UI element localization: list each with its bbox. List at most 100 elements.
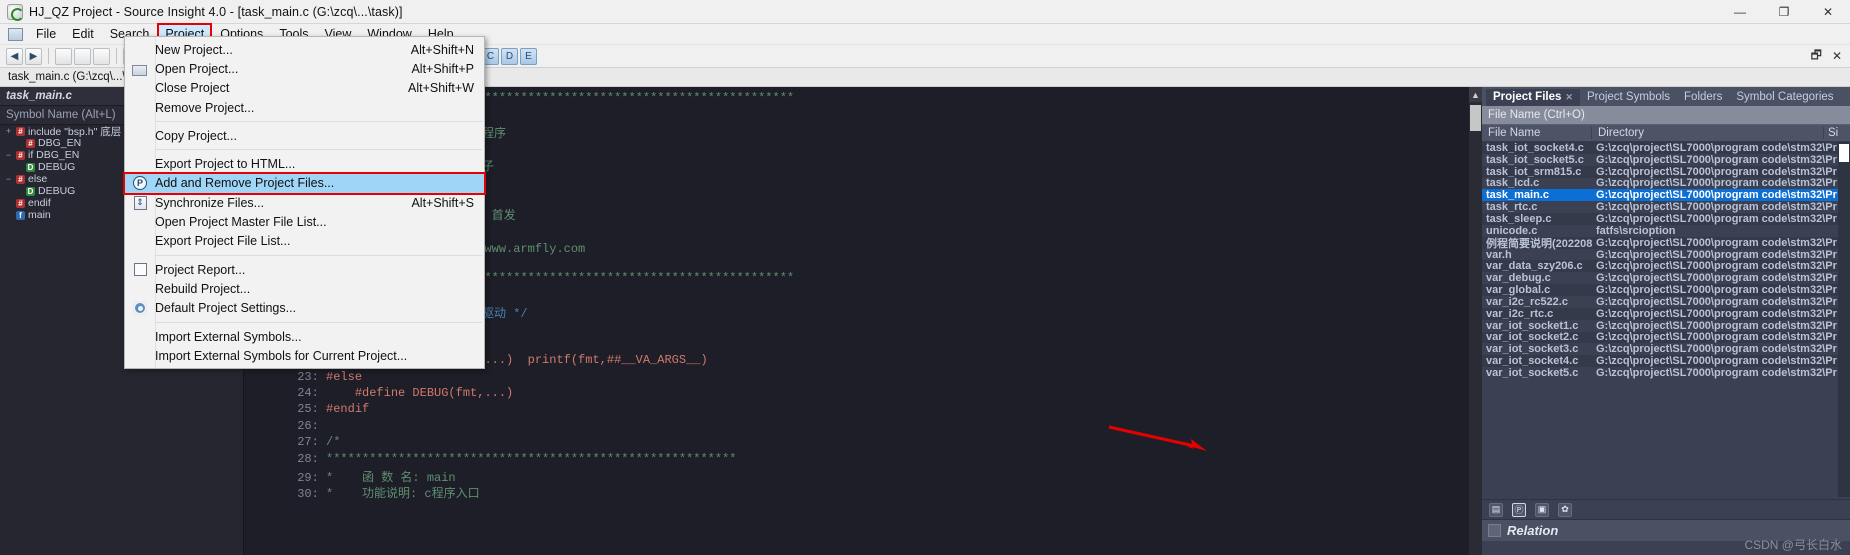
menu-item-add-and-remove-project-files[interactable]: P Add and Remove Project Files... <box>125 173 484 194</box>
menu-item-export-project-to-html[interactable]: Export Project to HTML... <box>125 154 484 173</box>
document-icon[interactable]: ▣ <box>1535 502 1549 517</box>
column-directory[interactable]: Directory <box>1592 127 1824 139</box>
file-list-row[interactable]: var_i2c_rc522.c G:\zcq\project\SL7000\pro… <box>1482 296 1838 308</box>
project-pane-tabs: Project Files ✕ Project Symbols Folders … <box>1482 87 1850 106</box>
menu-item-open-project-master-file-list[interactable]: Open Project Master File List... <box>125 212 484 231</box>
letter-e-icon[interactable]: E <box>520 47 537 65</box>
title-bar: HJ_QZ Project - Source Insight 4.0 - [ta… <box>0 0 1850 24</box>
menu-item-project-report[interactable]: Project Report... <box>125 260 484 279</box>
file-directory-cell: G:\zcq\project\SL7000\program code\stm32… <box>1596 248 1837 261</box>
settings-icon[interactable]: ✿ <box>1558 502 1572 517</box>
menu-item-label: New Project... <box>155 42 233 57</box>
menu-file[interactable]: File <box>28 25 64 43</box>
file-name-cell: var_i2c_rc522.c <box>1486 295 1568 308</box>
menu-item-import-external-symbols-for-current-project[interactable]: Import External Symbols for Current Proj… <box>125 346 484 365</box>
file-list-row[interactable]: var_i2c_rtc.c G:\zcq\project\SL7000\progr… <box>1482 308 1838 320</box>
file-name-cell: task_sleep.c <box>1486 212 1552 225</box>
menu-item-shortcut: Alt+Shift+P <box>411 61 474 76</box>
letter-d-icon[interactable]: D <box>501 47 518 65</box>
tab-project-symbols[interactable]: Project Symbols <box>1580 89 1677 106</box>
file-directory-cell: G:\zcq\project\SL7000\program code\stm32… <box>1596 355 1837 368</box>
save-icon[interactable] <box>93 47 110 65</box>
menu-edit[interactable]: Edit <box>64 25 102 43</box>
file-list-scrollbar[interactable] <box>1838 142 1850 497</box>
file-name-search-input[interactable]: File Name (Ctrl+O) <box>1482 106 1850 125</box>
menu-item-label: Synchronize Files... <box>155 195 265 210</box>
tree-twisty-icon[interactable]: − <box>4 174 13 184</box>
menu-item-rebuild-project[interactable]: Rebuild Project... <box>125 279 484 298</box>
file-list-scroll-thumb[interactable] <box>1839 144 1849 162</box>
menu-item-label: Project Report... <box>155 262 246 277</box>
menu-item-copy-project[interactable]: Copy Project... <box>125 126 484 145</box>
file-list-row[interactable]: task_lcd.c G:\zcq\project\SL7000\program … <box>1482 177 1838 189</box>
tab-folders[interactable]: Folders <box>1677 89 1729 106</box>
document-tab-task-main[interactable]: task_main.c (G:\zcq\...\ta <box>0 70 143 84</box>
relation-label: Relation <box>1507 523 1559 538</box>
maximize-button[interactable]: ❐ <box>1762 0 1806 24</box>
project-add-icon[interactable]: Ⓟ <box>1512 502 1526 517</box>
scroll-up-icon[interactable]: ▲ <box>1469 87 1482 102</box>
project-file-list[interactable]: task_iot_socket4.c G:\zcq\project\SL7000\… <box>1482 142 1838 497</box>
menu-item-export-project-file-list[interactable]: Export Project File List... <box>125 232 484 251</box>
symbol-label: DBG_EN <box>38 137 82 149</box>
open-file-icon[interactable] <box>74 47 91 65</box>
close-icon[interactable]: ✕ <box>1565 92 1573 103</box>
menu-item-import-external-symbols[interactable]: Import External Symbols... <box>125 327 484 346</box>
source-insight-icon <box>7 3 24 21</box>
file-list-row[interactable]: task_iot_srm815.c G:\zcq\project\SL7000\p… <box>1482 166 1838 178</box>
file-list-row[interactable]: task_rtc.c G:\zcq\project\SL7000\program … <box>1482 201 1838 213</box>
close-button[interactable]: ✕ <box>1806 0 1850 24</box>
file-list-row[interactable]: var_data_szy206.c G:\zcq\project\SL7000\p… <box>1482 260 1838 272</box>
file-list-icon[interactable]: ▤ <box>1489 502 1503 517</box>
editor-scroll-thumb[interactable] <box>1470 105 1481 131</box>
code-line: 28: ************************************… <box>290 452 1482 468</box>
new-file-icon[interactable] <box>55 47 72 65</box>
menu-item-remove-project[interactable]: Remove Project... <box>125 98 484 117</box>
restore-down-icon[interactable]: 🗗 <box>1811 46 1822 67</box>
tab-project-files[interactable]: Project Files ✕ <box>1486 89 1580 106</box>
forward-icon[interactable]: ▶ <box>25 47 42 65</box>
file-list-row[interactable]: task_iot_socket4.c G:\zcq\project\SL7000\… <box>1482 142 1838 154</box>
file-directory-cell: G:\zcq\project\SL7000\program code\stm32… <box>1596 295 1837 308</box>
menu-item-open-project[interactable]: Open Project... Alt+Shift+P <box>125 59 484 78</box>
window-controls: — ❐ ✕ <box>1718 0 1850 24</box>
file-list-row[interactable]: var_global.c G:\zcq\project\SL7000\progra… <box>1482 284 1838 296</box>
file-name-cell: task_iot_socket4.c <box>1486 142 1584 154</box>
editor-vertical-scrollbar[interactable]: ▲ <box>1469 87 1482 555</box>
file-list-row[interactable]: task_main.c G:\zcq\project\SL7000\program… <box>1482 189 1838 201</box>
menu-item-new-project[interactable]: New Project... Alt+Shift+N <box>125 40 484 59</box>
symbol-kind-icon: # <box>16 150 25 160</box>
column-file-name[interactable]: File Name <box>1482 127 1592 139</box>
file-name-cell: var_iot_socket5.c <box>1486 366 1579 379</box>
menu-item-close-project[interactable]: Close Project Alt+Shift+W <box>125 79 484 98</box>
file-list-row[interactable]: 例程简要说明(202208 G:\zcq\project\SL7000\progr… <box>1482 236 1838 250</box>
toolbar-separator <box>116 48 117 64</box>
menu-item-synchronize-files[interactable]: ⇕ Synchronize Files... Alt+Shift+S <box>125 193 484 212</box>
file-list-row[interactable]: task_iot_socket5.c G:\zcq\project\SL7000\… <box>1482 154 1838 166</box>
file-list-row[interactable]: var_debug.c G:\zcq\project\SL7000\program… <box>1482 272 1838 284</box>
file-directory-cell: G:\zcq\project\SL7000\program code\stm32… <box>1596 189 1837 202</box>
minimize-button[interactable]: — <box>1718 0 1762 24</box>
menu-separator <box>155 321 482 323</box>
file-list-row[interactable]: var.h G:\zcq\project\SL7000\program code\… <box>1482 249 1838 261</box>
tree-twisty-icon[interactable]: − <box>4 150 13 160</box>
tree-twisty-icon[interactable]: + <box>4 126 13 136</box>
menu-item-label: Open Project Master File List... <box>155 215 327 230</box>
gear-icon <box>125 301 155 316</box>
back-icon[interactable]: ◀ <box>6 47 23 65</box>
file-list-row[interactable]: var_iot_socket4.c G:\zcq\project\SL7000\p… <box>1482 355 1838 367</box>
file-directory-cell: G:\zcq\project\SL7000\program code\stm32… <box>1596 236 1837 249</box>
menu-item-default-project-settings[interactable]: Default Project Settings... <box>125 299 484 318</box>
file-list-row[interactable]: var_iot_socket2.c G:\zcq\project\SL7000\p… <box>1482 331 1838 344</box>
doc-close-icon[interactable]: ✕ <box>1832 49 1842 63</box>
file-name-cell: var_iot_socket2.c <box>1486 331 1579 344</box>
file-list-row[interactable]: var_iot_socket3.c G:\zcq\project\SL7000\p… <box>1482 343 1838 355</box>
tab-symbol-categories[interactable]: Symbol Categories <box>1729 89 1840 106</box>
code-text: /* <box>326 435 341 450</box>
file-list-row[interactable]: var_iot_socket5.c G:\zcq\project\SL7000\p… <box>1482 367 1838 379</box>
column-size[interactable]: Si <box>1824 127 1850 139</box>
project-dropdown-menu[interactable]: New Project... Alt+Shift+N Open Project...… <box>123 36 486 370</box>
file-list-row[interactable]: var_iot_socket1.c G:\zcq\project\SL7000\p… <box>1482 320 1838 332</box>
code-text: ****************************************… <box>326 451 737 466</box>
file-list-row[interactable]: task_sleep.c G:\zcq\project\SL7000\progra… <box>1482 213 1838 225</box>
